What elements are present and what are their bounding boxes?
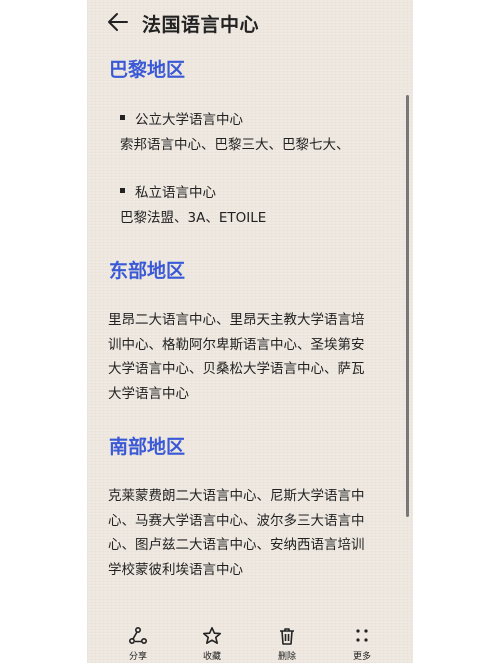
paragraph-east: 里昂二大语言中心、里昂天主教大学语言培 训中心、格勒阿尔卑斯语言中心、圣埃第安 … — [108, 308, 398, 406]
list-item-text: 索邦语言中心、巴黎三大、巴黎七大、 — [120, 137, 350, 153]
header: 法国语言中心 — [87, 0, 413, 44]
favorite-label: 收藏 — [202, 652, 221, 662]
share-button[interactable]: 分享 — [113, 626, 163, 662]
list-item-text: 巴黎法盟、3A、ETOILE — [120, 210, 267, 226]
more-dots-icon — [356, 629, 368, 642]
app-screen: 法国语言中心 巴黎地区 公立大学语言中心 索邦语言中心、巴黎三大、巴黎七大、 私… — [87, 0, 413, 663]
bullet-icon — [120, 115, 125, 120]
paragraph-south: 克莱蒙费朗二大语言中心、尼斯大学语言中 心、马赛大学语言中心、波尔多三大语言中 … — [108, 484, 398, 582]
share-label: 分享 — [128, 652, 147, 662]
paragraph-line: 心、图卢兹二大语言中心、安纳西语言培训 — [108, 537, 365, 553]
delete-button[interactable]: 删除 — [262, 626, 312, 662]
back-button[interactable] — [107, 11, 129, 33]
paragraph-line: 训中心、格勒阿尔卑斯语言中心、圣埃第安 — [108, 336, 365, 353]
share-icon — [128, 626, 148, 645]
delete-label: 删除 — [277, 652, 296, 662]
paragraph-line: 大学语言中心 — [108, 385, 189, 402]
section-title-east: 东部地区 — [109, 260, 186, 282]
paragraph-line: 里昂二大语言中心、里昂天主教大学语言培 — [108, 312, 365, 328]
paragraph-line: 学校蒙彼利埃语言中心 — [108, 561, 243, 578]
bullet-icon — [120, 188, 125, 193]
page-title: 法国语言中心 — [142, 14, 260, 36]
list-item-label: 公立大学语言中心 — [135, 112, 243, 128]
arrow-left-icon — [108, 13, 128, 31]
favorite-button[interactable]: 收藏 — [187, 626, 237, 662]
paragraph-line: 克莱蒙费朗二大语言中心、尼斯大学语言中 — [108, 488, 365, 504]
list-item-label: 私立语言中心 — [135, 185, 216, 201]
scrollbar[interactable] — [406, 95, 409, 517]
paragraph-line: 心、马赛大学语言中心、波尔多三大语言中 — [108, 512, 365, 529]
more-label: 更多 — [352, 652, 371, 662]
trash-icon — [280, 628, 294, 645]
bottom-toolbar: 分享 收藏 删除 更多 — [87, 618, 413, 663]
more-button[interactable]: 更多 — [337, 626, 387, 662]
section-title-paris: 巴黎地区 — [109, 59, 186, 81]
section-title-south: 南部地区 — [109, 436, 186, 458]
star-icon — [203, 627, 221, 644]
paragraph-line: 大学语言中心、贝桑松大学语言中心、萨瓦 — [108, 361, 365, 377]
